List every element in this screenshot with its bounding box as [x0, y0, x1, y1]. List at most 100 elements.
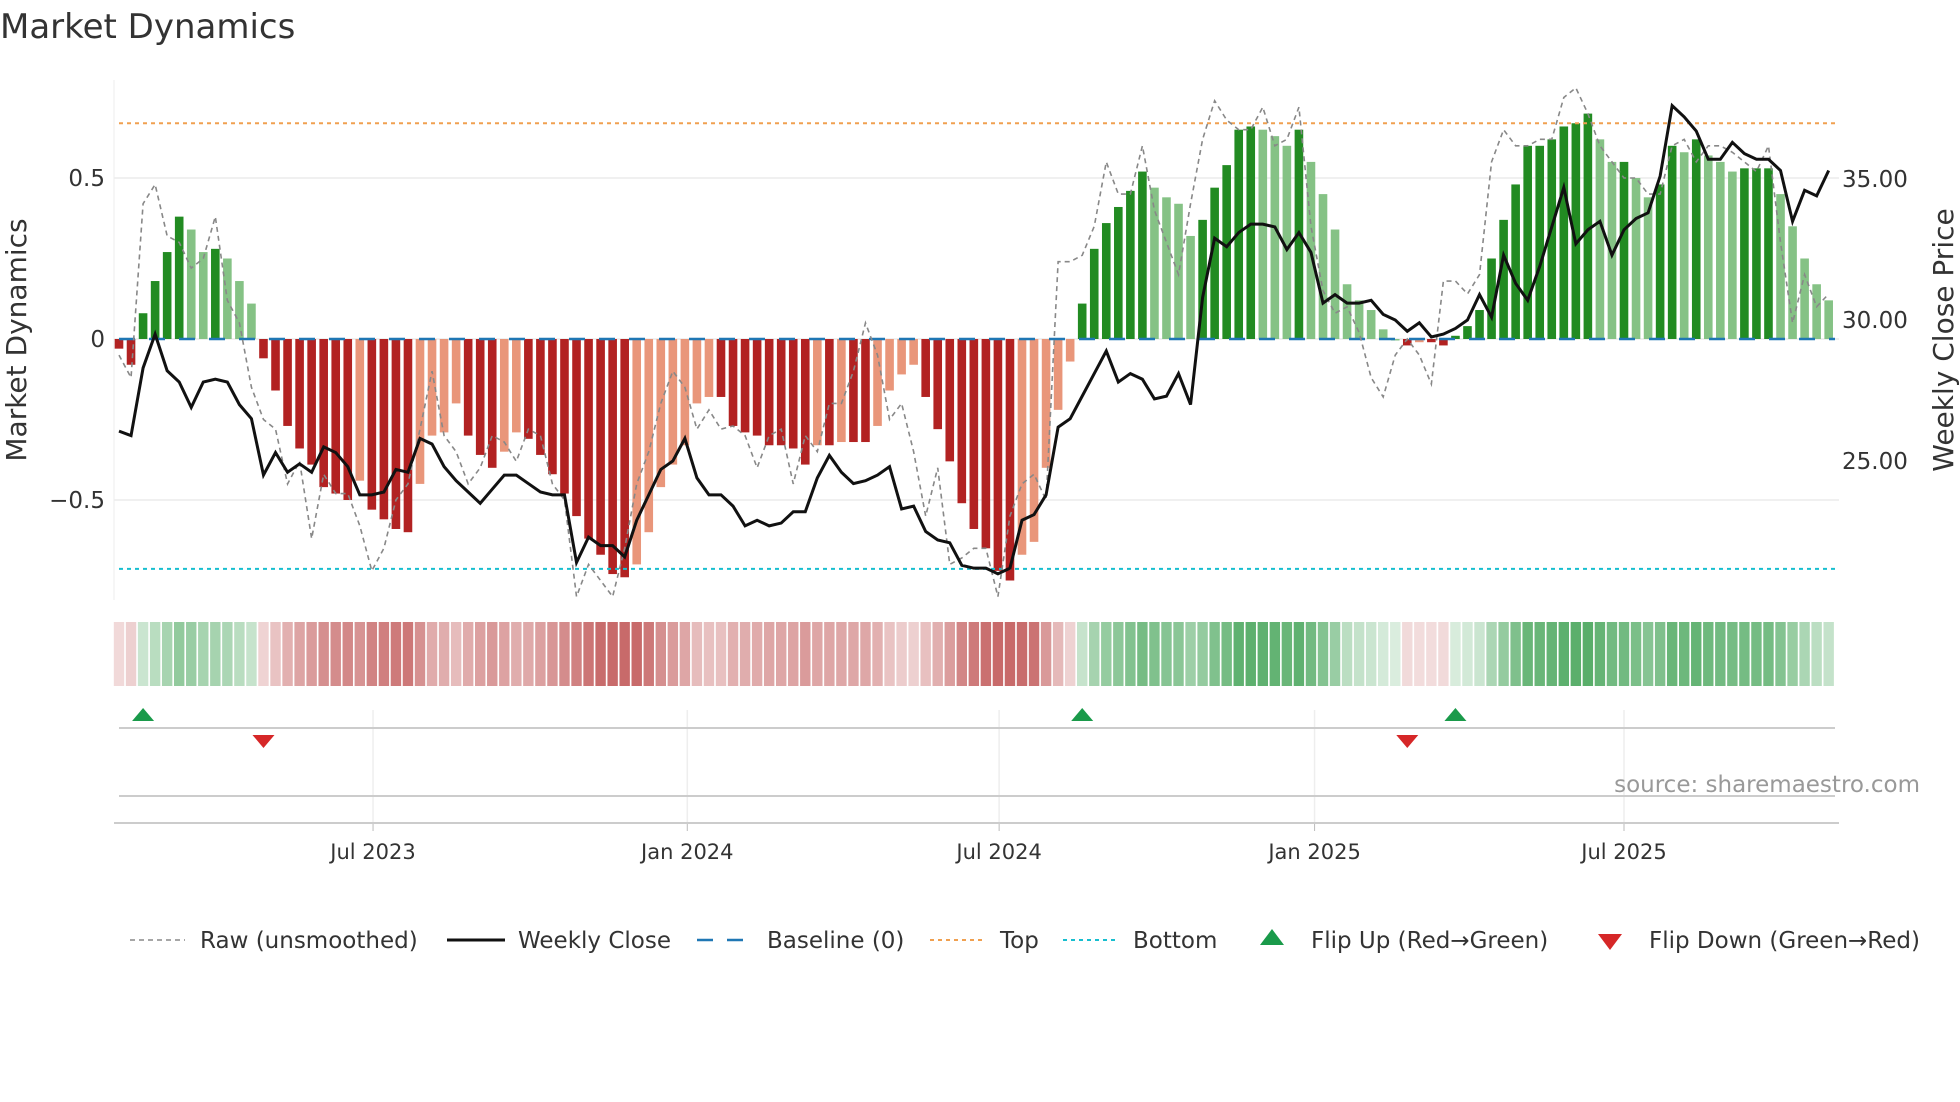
legend-label: Bottom [1133, 928, 1217, 954]
heat-strip-cell [1365, 622, 1377, 686]
momentum-bar [1126, 190, 1135, 339]
momentum-bar [945, 339, 955, 462]
heat-strip-cell [1173, 622, 1184, 686]
momentum-bar [957, 339, 967, 504]
heat-strip-cell [812, 622, 823, 686]
flip-up-marker [1071, 708, 1094, 721]
heat-strip-cell [547, 622, 558, 686]
momentum-bar [1138, 171, 1147, 339]
momentum-bar [1752, 168, 1761, 339]
heat-strip-cell [800, 622, 811, 686]
heat-strip-cell [932, 622, 943, 686]
x-tick-label: Jul 2024 [954, 840, 1041, 864]
heat-strip-cell [908, 622, 919, 686]
momentum-bar [1475, 310, 1484, 339]
legend-flip-up-icon [1260, 929, 1284, 945]
heat-strip-cell [1642, 622, 1654, 686]
momentum-bar [668, 339, 678, 465]
heat-strip-cell [571, 622, 582, 686]
momentum-bar [921, 339, 930, 397]
heat-strip-cell [715, 622, 727, 686]
heat-strip-cell [1329, 622, 1341, 686]
heat-strip-cell [282, 622, 293, 686]
momentum-bar [1812, 284, 1821, 339]
heat-strip-cell [125, 622, 137, 686]
x-tick-label: Jul 2025 [1579, 840, 1666, 864]
x-tick-label: Jan 2025 [1266, 840, 1361, 864]
momentum-bar [1535, 145, 1545, 339]
heat-strip-cell [655, 622, 666, 686]
heat-strip-cell [186, 622, 197, 686]
heat-strip-cell [619, 622, 630, 686]
heat-strip-cell [1317, 622, 1329, 686]
heat-strip-cell [1257, 622, 1268, 686]
heat-strip-cell [944, 622, 955, 686]
heat-strip-cell [318, 622, 329, 686]
momentum-bar [1667, 145, 1677, 339]
momentum-bar [1740, 168, 1749, 339]
momentum-bar [114, 339, 124, 349]
momentum-bar [211, 248, 220, 339]
heat-strip-cell [535, 622, 546, 686]
momentum-bar [1318, 194, 1328, 339]
legend-label: Raw (unsmoothed) [200, 928, 418, 954]
momentum-bar [608, 339, 617, 575]
heat-strip-cell [1149, 622, 1160, 686]
heat-strip-cell [1040, 622, 1052, 686]
y-tick-label: −0.5 [49, 488, 105, 514]
heat-strip-cell [1739, 622, 1750, 686]
heat-strip-cell [354, 622, 365, 686]
heat-strip-cell [1293, 622, 1305, 686]
heat-strip-cell [1486, 622, 1497, 686]
legend-flip-down-icon [1598, 934, 1622, 950]
heat-strip-cell [1269, 622, 1281, 686]
heat-strip-cell [836, 622, 847, 686]
momentum-bar [463, 339, 473, 436]
heat-strip-cell [1606, 622, 1618, 686]
momentum-bar [307, 339, 316, 465]
heat-strip-cell [956, 622, 967, 686]
heat-strip-cell [631, 622, 642, 686]
heat-strip-cell [1450, 622, 1461, 686]
momentum-bar [885, 339, 894, 391]
heat-strip-cell [1390, 622, 1401, 686]
flip-down-marker [252, 735, 275, 748]
heat-strip-cell [1438, 622, 1449, 686]
heat-strip-cell [1028, 622, 1040, 686]
momentum-bar [1427, 339, 1436, 343]
momentum-bar [1258, 129, 1268, 339]
momentum-bar [752, 339, 762, 436]
heat-strip-cell [1089, 622, 1100, 686]
heat-strip-cell [1799, 622, 1810, 686]
momentum-bar [825, 339, 834, 446]
heat-strip-cell [1546, 622, 1557, 686]
momentum-bar [1246, 126, 1256, 339]
momentum-bar [367, 339, 377, 510]
heat-strip-cell [1197, 622, 1208, 686]
heat-strip-cell [1378, 622, 1389, 686]
flip-up-marker [1444, 708, 1467, 721]
heat-strip-cell [992, 622, 1004, 686]
momentum-bar [704, 339, 714, 397]
momentum-bar [138, 313, 148, 339]
momentum-bar [1270, 136, 1280, 339]
momentum-bar [572, 339, 581, 517]
heat-strip-cell [450, 622, 462, 686]
heat-strip-cell [583, 622, 594, 686]
momentum-bar [319, 339, 328, 488]
momentum-bar [740, 339, 750, 433]
momentum-bar [1824, 300, 1833, 339]
momentum-bar [295, 339, 304, 449]
momentum-bar [1595, 139, 1605, 339]
momentum-bar [813, 339, 822, 446]
heat-strip-cell [366, 622, 378, 686]
momentum-bar [788, 339, 798, 449]
heat-strip-cell [1715, 622, 1726, 686]
y-tick-label: 0 [90, 327, 105, 353]
heat-strip-cell [1101, 622, 1112, 686]
momentum-bar [849, 339, 858, 443]
heat-strip-cell [414, 622, 426, 686]
heat-strip-cell [390, 622, 402, 686]
x-tick-label: Jan 2024 [639, 840, 734, 864]
momentum-bar [1728, 171, 1737, 339]
